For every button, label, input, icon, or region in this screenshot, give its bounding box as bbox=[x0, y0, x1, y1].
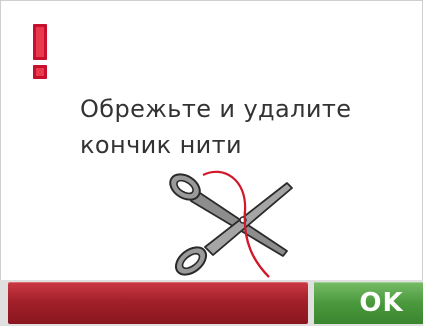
alert-dialog: Обрежьте и удалите кончик нити bbox=[0, 0, 423, 280]
alert-message: Обрежьте и удалите кончик нити bbox=[80, 95, 352, 159]
scissors-cutting-thread-icon bbox=[169, 170, 293, 278]
button-bar: OK bbox=[0, 280, 423, 326]
alert-screen: Обрежьте и удалите кончик нити OK bbox=[0, 0, 423, 326]
ok-button[interactable]: OK bbox=[314, 282, 423, 324]
cancel-button[interactable] bbox=[8, 282, 308, 324]
warning-exclamation-icon bbox=[33, 24, 47, 79]
